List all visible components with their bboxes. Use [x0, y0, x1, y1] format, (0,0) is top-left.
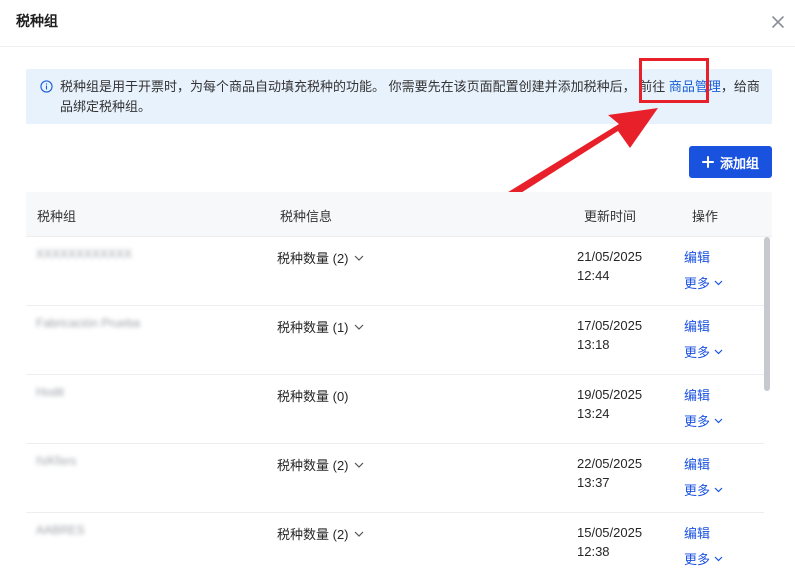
updated-clock: 12:44: [577, 268, 610, 283]
notice-text-before: 税种组是用于开票时，为每个商品自动填充税种的功能。 你需要先在该页面配置创建并添…: [60, 79, 666, 94]
updated-time: 15/05/2025 12:38: [577, 523, 642, 561]
column-header-updated: 更新时间: [584, 209, 637, 224]
table-row: IVATers 税种数量 (2) 22/05/2025 13:37 编辑 更多: [26, 444, 764, 513]
updated-clock: 13:37: [577, 475, 610, 490]
chevron-down-icon: [714, 487, 723, 492]
more-label: 更多: [684, 345, 711, 360]
updated-time: 17/05/2025 13:18: [577, 316, 642, 354]
tax-count-label: 税种数量 (2): [277, 458, 349, 473]
updated-date: 17/05/2025: [577, 318, 643, 333]
chevron-down-icon: [354, 255, 363, 261]
tax-group-dialog: 税种组 税种组是用于开票时，为每个商品自动填充税种的功能。 你需要先在该页面配置…: [0, 0, 795, 580]
more-label: 更多: [684, 276, 711, 291]
chevron-down-icon: [714, 418, 723, 423]
updated-time: 22/05/2025 13:37: [577, 454, 642, 492]
edit-link[interactable]: 编辑: [684, 523, 710, 542]
more-dropdown[interactable]: 更多: [684, 342, 723, 361]
highlight-box: [639, 58, 709, 103]
group-name: Hodit: [36, 385, 65, 399]
updated-clock: 13:24: [577, 406, 610, 421]
column-header-actions: 操作: [692, 209, 719, 224]
chevron-down-icon: [354, 324, 363, 330]
dialog-header: 税种组: [0, 0, 795, 47]
tax-count-label: 税种数量 (2): [277, 527, 349, 542]
group-name: AABRES: [36, 523, 85, 537]
updated-date: 15/05/2025: [577, 525, 643, 540]
table-row: XXXXXXXXXXXX 税种数量 (2) 21/05/2025 12:44 编…: [26, 237, 764, 306]
tax-count-label: 税种数量 (0): [277, 389, 349, 404]
column-header-tax-info: 税种信息: [280, 209, 333, 224]
plus-icon: [701, 156, 714, 168]
more-dropdown[interactable]: 更多: [684, 273, 723, 292]
chevron-down-icon: [354, 531, 363, 537]
updated-date: 21/05/2025: [577, 249, 643, 264]
add-group-button[interactable]: 添加组: [689, 146, 772, 178]
more-dropdown[interactable]: 更多: [684, 411, 723, 430]
table-row: Fabricación Prueba 税种数量 (1) 17/05/2025 1…: [26, 306, 764, 375]
chevron-down-icon: [354, 462, 363, 468]
table-scrollbar[interactable]: [764, 237, 770, 580]
updated-date: 22/05/2025: [577, 456, 643, 471]
more-dropdown[interactable]: 更多: [684, 480, 723, 499]
chevron-down-icon: [714, 349, 723, 354]
tax-count-dropdown[interactable]: 税种数量 (2): [277, 524, 364, 543]
chevron-down-icon: [714, 280, 723, 285]
updated-clock: 12:38: [577, 544, 610, 559]
more-label: 更多: [684, 414, 711, 429]
group-name: XXXXXXXXXXXX: [36, 247, 133, 261]
edit-link[interactable]: 编辑: [684, 385, 710, 404]
edit-link[interactable]: 编辑: [684, 454, 710, 473]
tax-count-dropdown[interactable]: 税种数量 (1): [277, 317, 364, 336]
chevron-down-icon: [714, 556, 723, 561]
info-icon: [40, 80, 53, 93]
dialog-title: 税种组: [16, 13, 58, 29]
tax-count-dropdown[interactable]: 税种数量 (2): [277, 455, 364, 474]
edit-link[interactable]: 编辑: [684, 247, 710, 266]
table-row: AABRES 税种数量 (2) 15/05/2025 12:38 编辑 更多: [26, 513, 764, 582]
more-label: 更多: [684, 552, 711, 567]
more-dropdown[interactable]: 更多: [684, 549, 723, 568]
close-icon[interactable]: [770, 14, 786, 30]
table-row: Hodit 税种数量 (0) 19/05/2025 13:24 编辑 更多: [26, 375, 764, 444]
scrollbar-thumb[interactable]: [764, 237, 770, 391]
more-label: 更多: [684, 483, 711, 498]
updated-clock: 13:18: [577, 337, 610, 352]
column-header-group: 税种组: [37, 209, 77, 224]
tax-count-dropdown[interactable]: 税种数量 (2): [277, 248, 364, 267]
group-name: Fabricación Prueba: [36, 316, 141, 330]
tax-count-label: 税种数量 (1): [277, 320, 349, 335]
table-header: 税种组 税种信息 更新时间 操作: [26, 192, 772, 237]
updated-time: 21/05/2025 12:44: [577, 247, 642, 285]
group-name: IVATers: [36, 454, 77, 468]
tax-count-label: 税种数量 (2): [277, 251, 349, 266]
add-group-label: 添加组: [719, 155, 759, 171]
edit-link[interactable]: 编辑: [684, 316, 710, 335]
updated-time: 19/05/2025 13:24: [577, 385, 642, 423]
updated-date: 19/05/2025: [577, 387, 643, 402]
